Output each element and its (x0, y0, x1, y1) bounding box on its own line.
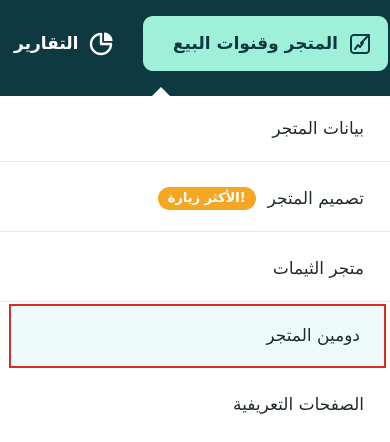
menu-item-info-pages[interactable]: الصفحات التعريفية (0, 372, 390, 438)
app-root: المتجر وقنوات البيع التقارير بيانات المت… (0, 0, 390, 442)
menu-item-label: الصفحات التعريفية (233, 395, 364, 415)
store-share-icon (348, 32, 372, 56)
nav-tab-store-label: المتجر وقنوات البيع (172, 33, 338, 54)
menu-item-label: دومين المتجر (266, 326, 360, 346)
nav-tab-reports-label: التقارير (14, 34, 79, 54)
pie-chart-icon (89, 31, 115, 57)
most-visited-badge: الأكثر زيارة! (157, 187, 256, 210)
nav-tab-reports[interactable]: التقارير (14, 24, 115, 64)
menu-item-store-design[interactable]: تصميم المتجر الأكثر زيارة! (0, 166, 390, 232)
menu-item-themes-store[interactable]: متجر الثيمات (0, 236, 390, 302)
menu-item-store-domain[interactable]: دومين المتجر (9, 304, 386, 368)
menu-item-store-data[interactable]: بيانات المتجر (0, 96, 390, 162)
menu-item-label: تصميم المتجر (267, 188, 364, 209)
store-dropdown-menu: بيانات المتجر تصميم المتجر الأكثر زيارة!… (0, 87, 390, 442)
menu-item-label: متجر الثيمات (272, 258, 364, 279)
menu-item-label: بيانات المتجر (272, 118, 364, 139)
top-navigation-bar: المتجر وقنوات البيع التقارير (0, 0, 390, 96)
nav-tab-store-and-sales-channels[interactable]: المتجر وقنوات البيع (143, 16, 388, 71)
